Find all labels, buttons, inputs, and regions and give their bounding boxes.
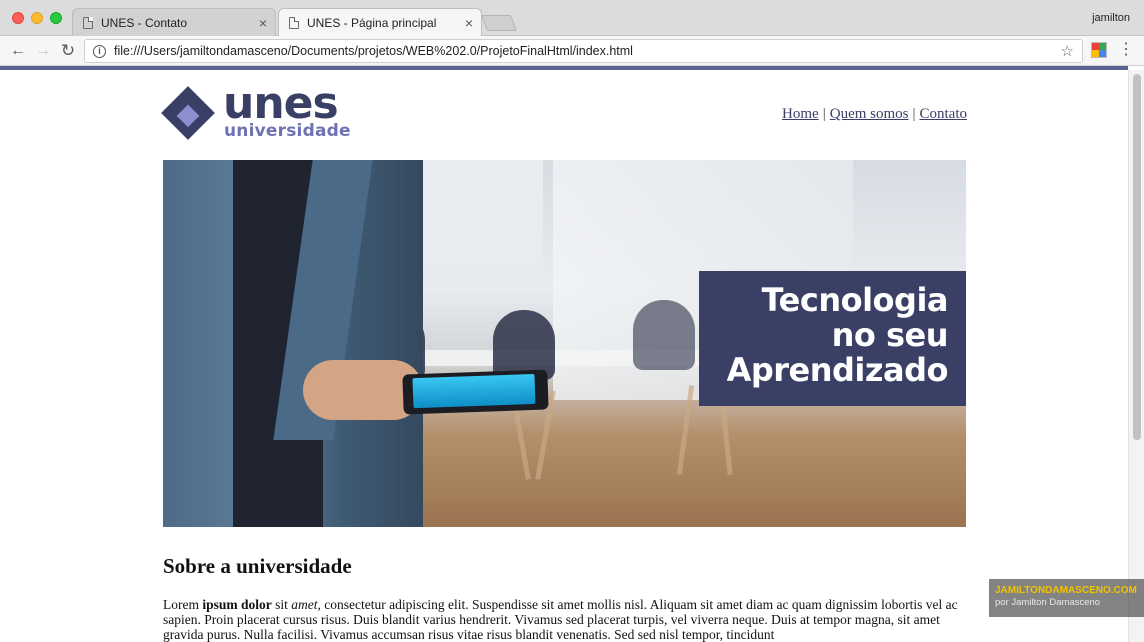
site-logo[interactable]: unes universidade	[161, 82, 363, 144]
tab-title: UNES - Contato	[101, 15, 188, 30]
logo-word: unes	[223, 78, 339, 129]
banner-line: no seu	[831, 316, 949, 354]
businessman-image	[163, 160, 423, 527]
video-watermark: JAMILTONDAMASCENO.COM por Jamilton Damas…	[989, 579, 1144, 617]
banner-line: Tecnologia	[761, 281, 949, 319]
tab-pagina-principal[interactable]: UNES - Página principal ×	[278, 8, 482, 37]
window-maximize-button[interactable]	[50, 12, 62, 24]
hero-image: Tecnologia no seu Aprendizado	[163, 160, 966, 527]
tablet-image	[402, 369, 549, 415]
web-page: unes universidade Home | Quem somos | Contat…	[0, 70, 1128, 642]
tab-close-icon[interactable]: ×	[259, 16, 267, 30]
browser-window: UNES - Contato × UNES - Página principal…	[0, 0, 1144, 642]
back-icon[interactable]: ←	[8, 41, 28, 61]
info-icon[interactable]: i	[93, 44, 106, 58]
window-minimize-button[interactable]	[31, 12, 43, 24]
nav-separator: |	[822, 106, 826, 122]
document-icon	[83, 16, 93, 29]
new-tab-button[interactable]	[481, 15, 517, 31]
site-nav: Home | Quem somos | Contato	[782, 106, 967, 123]
logo-subtitle: universidade	[224, 121, 351, 141]
scrollbar-thumb[interactable]	[1133, 74, 1141, 440]
watermark-site: JAMILTONDAMASCENO.COM	[995, 585, 1137, 596]
watermark-author: por Jamilton Damasceno	[995, 597, 1101, 608]
hero-banner: Tecnologia no seu Aprendizado	[699, 271, 966, 406]
banner-line: Aprendizado	[726, 351, 949, 389]
nav-link-home[interactable]: Home	[782, 106, 819, 122]
address-bar[interactable]: i file:///Users/jamiltondamasceno/Docume…	[84, 39, 1083, 63]
tab-title: UNES - Página principal	[307, 16, 437, 30]
profile-name[interactable]: jamilton	[1092, 12, 1130, 24]
document-icon	[289, 17, 299, 29]
browser-menu-icon[interactable]: ⋮	[1118, 41, 1134, 59]
page-scrollbar[interactable]	[1128, 70, 1144, 642]
url-text[interactable]: file:///Users/jamiltondamasceno/Document…	[114, 44, 633, 58]
tab-bar: UNES - Contato × UNES - Página principal…	[0, 0, 1144, 37]
browser-toolbar: ← → ↻ i file:///Users/jamiltondamasceno/…	[0, 36, 1144, 66]
extension-icon[interactable]	[1091, 42, 1107, 58]
nav-separator: |	[912, 106, 916, 122]
nav-link-contato[interactable]: Contato	[920, 106, 968, 122]
forward-icon[interactable]: →	[33, 41, 53, 61]
about-paragraph: Lorem ipsum dolor sit amet, consectetur …	[163, 597, 958, 642]
nav-link-quem-somos[interactable]: Quem somos	[830, 106, 909, 122]
window-close-button[interactable]	[12, 12, 24, 24]
logo-diamond-icon	[161, 86, 215, 140]
chair-image	[633, 300, 695, 370]
about-heading: Sobre a universidade	[163, 554, 352, 578]
reload-icon[interactable]: ↻	[58, 41, 78, 61]
tab-close-icon[interactable]: ×	[465, 16, 473, 30]
bookmark-star-icon[interactable]: ☆	[1061, 42, 1074, 60]
tab-contato[interactable]: UNES - Contato ×	[72, 8, 276, 36]
